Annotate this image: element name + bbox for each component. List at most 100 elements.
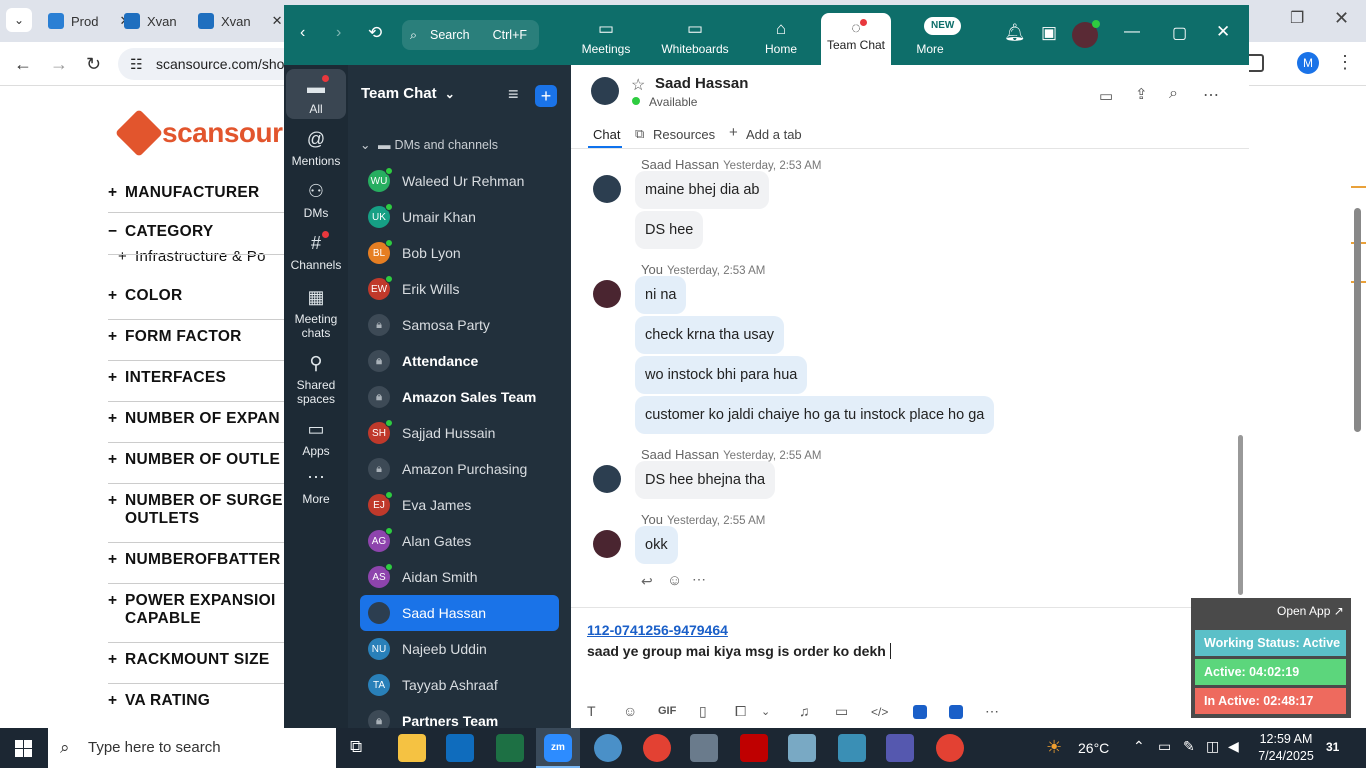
browser-tab[interactable]: Xvan✕	[198, 8, 283, 34]
chat-list-item[interactable]: AS Aidan Smith	[348, 559, 571, 595]
teams-icon[interactable]	[886, 734, 914, 762]
gif-icon[interactable]: GIF	[658, 705, 676, 717]
back-icon[interactable]: ‹	[300, 24, 305, 42]
chat-list-item[interactable]: 🔒︎ Partners Team	[348, 703, 571, 728]
pen-icon[interactable]: ✎	[1183, 738, 1195, 755]
chat-list-item[interactable]: TA Tayyab Ashraaf	[348, 667, 571, 703]
left-nav-shared-spaces[interactable]: ⚲ Shared spaces	[284, 353, 348, 406]
history-icon[interactable]: ⟲	[368, 23, 382, 43]
volume-icon[interactable]: ◀	[1228, 738, 1239, 755]
category-filter-item[interactable]: CAPABLE	[108, 610, 201, 628]
browser-close-button[interactable]: ✕	[1334, 8, 1349, 29]
section-header[interactable]: ⌄ ▬ DMs and channels	[360, 137, 498, 152]
browser-menu-icon[interactable]: ⋮	[1336, 52, 1354, 73]
chat-list-item[interactable]: 🔒︎ Amazon Purchasing	[348, 451, 571, 487]
new-chat-button[interactable]: +	[535, 85, 557, 107]
outlook-icon[interactable]	[446, 734, 474, 762]
more-options-icon[interactable]: ⋯	[985, 703, 999, 720]
category-filter-item[interactable]: + INTERFACES	[108, 369, 226, 387]
category-filter-item[interactable]: OUTLETS	[108, 510, 199, 528]
url-field[interactable]: ☷ scansource.com/sho	[118, 48, 298, 80]
search-box[interactable]: ⌕ Search Ctrl+F	[402, 20, 539, 50]
avatar[interactable]	[593, 175, 621, 203]
chat-list-item[interactable]: EW Erik Wills	[348, 271, 571, 307]
clock-time[interactable]: 12:59 AM	[1256, 732, 1316, 746]
browser-tab[interactable]: Xvan✕	[124, 8, 209, 34]
notification-count[interactable]: 31	[1326, 740, 1339, 754]
chat-list-item[interactable]: WU Waleed Ur Rehman	[348, 163, 571, 199]
more-options-icon[interactable]: ⋯	[1203, 85, 1219, 105]
gift-icon[interactable]: ▣	[1041, 23, 1057, 43]
category-filter-item[interactable]: + VA RATING	[108, 692, 210, 710]
category-filter-item[interactable]: + POWER EXPANSIOI	[108, 592, 276, 610]
category-filter-item[interactable]: − CATEGORY	[108, 223, 214, 241]
browser-restore-button[interactable]: ❐	[1290, 8, 1304, 28]
taskbar-search[interactable]: ⌕ Type here to search	[48, 728, 336, 768]
chat-list-item[interactable]: EJ Eva James	[348, 487, 571, 523]
category-filter-item[interactable]: + RACKMOUNT SIZE	[108, 651, 270, 669]
maximize-icon[interactable]: ▢	[1172, 23, 1187, 43]
tab-list-button[interactable]: ⌄	[6, 8, 32, 32]
file-icon[interactable]: ▯	[699, 703, 707, 720]
tab-chat[interactable]: Chat	[593, 127, 620, 142]
app-icon[interactable]	[594, 734, 622, 762]
avatar[interactable]	[593, 530, 621, 558]
code-icon[interactable]: </>	[871, 705, 888, 719]
screenshot-icon[interactable]: ⧠	[735, 703, 746, 720]
file-explorer-icon[interactable]	[398, 734, 426, 762]
app-icon[interactable]	[788, 734, 816, 762]
profile-avatar[interactable]: M	[1297, 52, 1319, 74]
app-icon[interactable]	[913, 705, 927, 719]
reload-icon[interactable]: ↻	[86, 54, 101, 74]
avatar[interactable]	[593, 280, 621, 308]
tab-meetings[interactable]: ▭ Meetings	[580, 19, 632, 56]
message-bubble[interactable]: customer ko jaldi chaiye ho ga tu instoc…	[635, 396, 995, 434]
video-message-icon[interactable]: ▭	[835, 703, 848, 720]
filter-icon[interactable]: ≡	[508, 84, 519, 105]
chat-list-item[interactable]: Saad Hassan	[360, 595, 559, 631]
avatar[interactable]	[593, 465, 621, 493]
compose-link[interactable]: 112-0741256-9479464	[587, 622, 728, 638]
excel-icon[interactable]	[496, 734, 524, 762]
chat-list-item[interactable]: UK Umair Khan	[348, 199, 571, 235]
contact-avatar[interactable]	[591, 77, 619, 105]
app-icon[interactable]	[949, 705, 963, 719]
calculator-icon[interactable]	[690, 734, 718, 762]
category-filter-item[interactable]: + NUMBEROFBATTER	[108, 551, 280, 569]
chat-list-item[interactable]: SH Sajjad Hussain	[348, 415, 571, 451]
tab-whiteboards[interactable]: ▭ Whiteboards	[656, 19, 734, 56]
chevron-up-icon[interactable]: ⌃	[1133, 738, 1145, 755]
category-filter-item[interactable]: + NUMBER OF SURGE	[108, 492, 283, 510]
chat-list-item[interactable]: 🔒︎ Amazon Sales Team	[348, 379, 571, 415]
chat-list-item[interactable]: 🔒︎ Attendance	[348, 343, 571, 379]
reply-icon[interactable]: ↩	[641, 573, 653, 590]
chrome-icon[interactable]	[936, 734, 964, 762]
emoji-icon[interactable]: ☺	[623, 703, 637, 719]
chat-list-item[interactable]: 🔒︎ Samosa Party	[348, 307, 571, 343]
chat-list-item[interactable]: NU Najeeb Uddin	[348, 631, 571, 667]
close-icon[interactable]: ✕	[1216, 22, 1230, 42]
left-nav-dms[interactable]: ⚇ DMs	[284, 181, 348, 220]
search-icon[interactable]: ⌕	[1169, 85, 1178, 103]
tab-home[interactable]: ⌂ Home	[760, 19, 802, 56]
message-bubble[interactable]: DS hee	[635, 211, 704, 249]
chrome-icon[interactable]	[643, 734, 671, 762]
avatar[interactable]	[1072, 20, 1100, 48]
wifi-icon[interactable]: ◫	[1206, 738, 1219, 755]
category-filter-item[interactable]: + FORM FACTOR	[108, 328, 242, 346]
microphone-icon[interactable]: ♫	[799, 703, 810, 719]
star-icon[interactable]: ☆	[631, 75, 645, 95]
tab-add[interactable]: Add a tab	[746, 127, 802, 142]
chat-list-item[interactable]: BL Bob Lyon	[348, 235, 571, 271]
minimize-icon[interactable]: —	[1124, 23, 1140, 41]
message-bubble[interactable]: maine bhej dia ab	[635, 171, 770, 209]
more-options-icon[interactable]: ⋯	[692, 571, 706, 588]
category-filter-item[interactable]: + NUMBER OF OUTLE	[108, 451, 280, 469]
left-nav-meeting-chats[interactable]: ▦ Meeting chats	[284, 287, 348, 340]
tab-resources[interactable]: Resources	[653, 127, 715, 142]
panel-title[interactable]: Team Chat ⌄	[361, 85, 455, 102]
message-bubble[interactable]: DS hee bhejna tha	[635, 461, 776, 499]
close-icon[interactable]: ✕	[272, 13, 283, 29]
category-filter-item[interactable]: + COLOR	[108, 287, 182, 305]
page-scrollbar-thumb[interactable]	[1354, 208, 1361, 432]
